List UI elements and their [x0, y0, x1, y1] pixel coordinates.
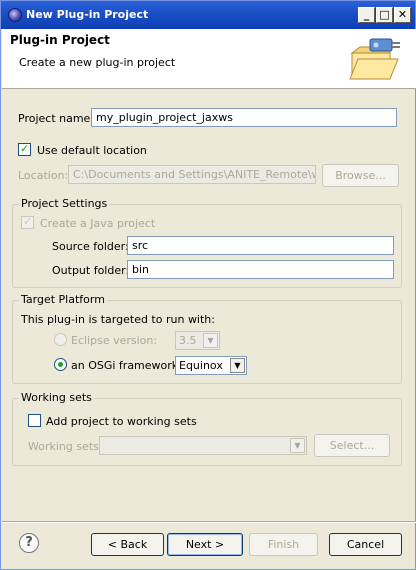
next-button[interactable]: Next >: [167, 533, 243, 556]
page-subtitle: Create a new plug-in project: [19, 56, 176, 69]
eclipse-version-radio[interactable]: [54, 333, 67, 346]
finish-button[interactable]: Finish: [249, 533, 318, 556]
eclipse-version-value: 3.5: [179, 334, 197, 347]
source-folder-label: Source folder:: [52, 240, 129, 253]
osgi-framework-radio[interactable]: [54, 358, 67, 371]
project-settings-title: Project Settings: [19, 197, 110, 210]
use-default-location-checkbox[interactable]: ✓: [18, 142, 31, 156]
osgi-framework-label: an OSGi framework:: [71, 359, 182, 372]
osgi-framework-value: Equinox: [179, 359, 223, 372]
cancel-button[interactable]: Cancel: [329, 533, 402, 556]
chevron-down-icon: ▼: [290, 438, 305, 453]
working-sets-select[interactable]: ▼: [99, 436, 307, 455]
create-java-project-checkbox[interactable]: ✓: [21, 215, 34, 229]
add-to-working-sets-checkbox[interactable]: [28, 414, 41, 427]
plugin-folder-icon: [349, 38, 400, 80]
browse-button[interactable]: Browse...: [322, 164, 399, 187]
help-icon[interactable]: ?: [19, 533, 39, 553]
target-platform-title: Target Platform: [19, 293, 107, 306]
osgi-framework-select[interactable]: Equinox ▼: [175, 356, 247, 375]
wizard-header: Plug-in Project Create a new plug-in pro…: [2, 29, 416, 89]
chevron-down-icon: ▼: [230, 358, 245, 373]
dialog-window: New Plug-in Project _ □ ✕ Plug-in Projec…: [0, 0, 416, 570]
source-folder-input[interactable]: src: [127, 236, 394, 255]
output-folder-label: Output folder:: [52, 264, 130, 277]
use-default-location-label: Use default location: [37, 144, 147, 157]
chevron-down-icon: ▼: [203, 333, 218, 348]
eclipse-version-select[interactable]: 3.5 ▼: [175, 331, 220, 350]
project-name-input[interactable]: my_plugin_project_jaxws: [91, 108, 397, 127]
add-to-working-sets-label: Add project to working sets: [46, 415, 197, 428]
create-java-project-label: Create a Java project: [40, 217, 156, 230]
checkmark-icon: ✓: [20, 142, 30, 155]
footer-separator: [2, 521, 416, 523]
back-button[interactable]: < Back: [91, 533, 164, 556]
output-folder-input[interactable]: bin: [127, 260, 394, 279]
page-title: Plug-in Project: [10, 33, 110, 47]
working-sets-label: Working sets:: [28, 440, 103, 453]
working-sets-title: Working sets: [19, 391, 94, 404]
eclipse-version-label: Eclipse version:: [71, 334, 158, 347]
window-title: New Plug-in Project: [26, 8, 149, 21]
project-name-label: Project name:: [18, 112, 95, 125]
close-button[interactable]: ✕: [394, 7, 411, 23]
minimize-button[interactable]: _: [358, 7, 375, 23]
checkmark-icon: ✓: [23, 215, 33, 228]
eclipse-icon: [8, 8, 22, 22]
radio-dot-icon: [58, 362, 63, 367]
title-bar[interactable]: New Plug-in Project _ □ ✕: [1, 1, 415, 29]
maximize-button[interactable]: □: [376, 7, 393, 23]
location-input[interactable]: C:\Documents and Settings\ANITE_Remote\w…: [68, 165, 316, 184]
location-label: Location:: [18, 169, 69, 182]
select-working-sets-button[interactable]: Select...: [314, 434, 390, 457]
target-platform-description: This plug-in is targeted to run with:: [21, 313, 215, 326]
